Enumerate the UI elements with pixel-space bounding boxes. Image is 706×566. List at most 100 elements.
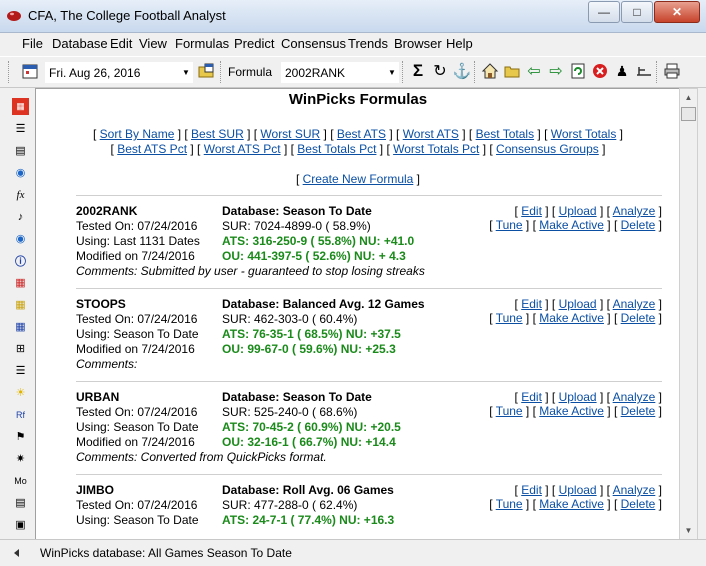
link-best-totals-pct[interactable]: Best Totals Pct (297, 142, 376, 156)
link-sort-by-name[interactable]: Sort By Name (100, 127, 175, 141)
forward-arrow-icon[interactable]: ⇨ (546, 61, 566, 81)
make-active-link[interactable]: Make Active (539, 497, 604, 511)
menu-predict[interactable]: Predict (234, 36, 274, 51)
upload-link[interactable]: Upload (559, 204, 597, 218)
tag-icon[interactable]: ⚑ (12, 428, 29, 445)
stop-icon[interactable] (590, 61, 610, 81)
vertical-scrollbar[interactable]: ▲ ▼ (679, 88, 698, 540)
info-icon[interactable]: ⓘ (12, 252, 29, 269)
sigma-icon[interactable]: Σ (408, 61, 428, 81)
red-table-icon[interactable]: ▦ (12, 274, 29, 291)
tune-link[interactable]: Tune (496, 218, 523, 232)
ref-icon[interactable]: Rf (12, 406, 29, 423)
blue-table-icon[interactable]: ▦ (12, 318, 29, 335)
tune-link[interactable]: Tune (496, 497, 523, 511)
upload-link[interactable]: Upload (559, 297, 597, 311)
formula-actions: [ Edit ] [ Upload ] [ Analyze ] [ Tune ]… (489, 483, 662, 511)
clipboard-icon[interactable]: ▣ (12, 516, 29, 533)
lightbulb-icon[interactable]: ☀ (12, 384, 29, 401)
formula-database: Database: Season To Date (222, 390, 372, 404)
delete-link[interactable]: Delete (621, 218, 656, 232)
menu-consensus[interactable]: Consensus (281, 36, 346, 51)
document-icon[interactable]: ▤ (12, 142, 29, 159)
wheel-icon[interactable]: ✷ (12, 450, 29, 467)
link-consensus-groups[interactable]: Consensus Groups (496, 142, 599, 156)
analyze-link[interactable]: Analyze (613, 483, 656, 497)
make-active-link[interactable]: Make Active (539, 311, 604, 325)
open-folder-icon[interactable] (502, 61, 522, 81)
toolbar-grip[interactable] (8, 61, 12, 83)
notes-icon[interactable]: ▤ (12, 494, 29, 511)
menu-formulas[interactable]: Formulas (175, 36, 229, 51)
maximize-button[interactable]: □ (621, 1, 653, 23)
edit-link[interactable]: Edit (521, 204, 542, 218)
link-create-new-formula[interactable]: Create New Formula (303, 172, 414, 186)
scroll-thumb[interactable] (681, 107, 696, 121)
tune-link[interactable]: Tune (496, 311, 523, 325)
align-list-icon[interactable]: ☰ (12, 362, 29, 379)
analyze-link[interactable]: Analyze (613, 204, 656, 218)
link-best-totals[interactable]: Best Totals (476, 127, 534, 141)
analyze-link[interactable]: Analyze (613, 297, 656, 311)
upload-link[interactable]: Upload (559, 483, 597, 497)
status-scroll-left-icon[interactable] (12, 548, 22, 558)
print-icon[interactable] (662, 61, 682, 81)
runner-icon[interactable]: ♟ (612, 61, 632, 81)
yellow-table-icon[interactable]: ▦ (12, 296, 29, 313)
edit-link[interactable]: Edit (521, 483, 542, 497)
scroll-up-icon[interactable]: ▲ (680, 89, 697, 106)
network-globe-icon[interactable]: ◉ (12, 230, 29, 247)
edit-link[interactable]: Edit (521, 297, 542, 311)
home-icon[interactable] (480, 61, 500, 81)
link-best-ats-pct[interactable]: Best ATS Pct (117, 142, 187, 156)
toolbar-grip-4[interactable] (474, 61, 478, 83)
link-worst-totals[interactable]: Worst Totals (551, 127, 617, 141)
close-button[interactable]: ✕ (654, 1, 700, 23)
menu-edit[interactable]: Edit (110, 36, 132, 51)
back-arrow-icon[interactable]: ⇦ (524, 61, 544, 81)
function-icon[interactable]: fx (12, 186, 29, 203)
calendar-icon[interactable] (20, 61, 40, 81)
folder-calendar-icon[interactable] (196, 61, 216, 81)
refresh-icon[interactable]: ↻ (430, 61, 450, 81)
music-note-icon[interactable]: ♪ (12, 208, 29, 225)
toolbar-grip-5[interactable] (656, 61, 660, 83)
formula-select[interactable]: 2002RANK ▼ (280, 61, 400, 84)
scroll-down-icon[interactable]: ▼ (680, 522, 697, 539)
menu-trends[interactable]: Trends (348, 36, 388, 51)
link-worst-sur[interactable]: Worst SUR (260, 127, 320, 141)
menu-help[interactable]: Help (446, 36, 473, 51)
link-worst-totals-pct[interactable]: Worst Totals Pct (393, 142, 479, 156)
menu-file[interactable]: File (22, 36, 43, 51)
grid-icon[interactable] (634, 61, 654, 81)
globe-icon[interactable]: ◉ (12, 164, 29, 181)
link-best-ats[interactable]: Best ATS (337, 127, 386, 141)
reload-page-icon[interactable] (568, 61, 588, 81)
formula-comments: Comments: Converted from QuickPicks form… (76, 450, 327, 464)
menu-database[interactable]: Database (52, 36, 108, 51)
toolbar-grip-3[interactable] (402, 61, 406, 83)
tune-link[interactable]: Tune (496, 404, 523, 418)
link-worst-ats[interactable]: Worst ATS (403, 127, 459, 141)
delete-link[interactable]: Delete (621, 404, 656, 418)
delete-link[interactable]: Delete (621, 497, 656, 511)
upload-link[interactable]: Upload (559, 390, 597, 404)
link-worst-ats-pct[interactable]: Worst ATS Pct (204, 142, 281, 156)
plus-list-icon[interactable]: ⊞ (12, 340, 29, 357)
schedule-grid-icon[interactable]: ▦ (12, 98, 29, 115)
edit-link[interactable]: Edit (521, 390, 542, 404)
minimize-button[interactable]: — (588, 1, 620, 23)
link-best-sur[interactable]: Best SUR (191, 127, 244, 141)
anchor-icon[interactable]: ⚓ (452, 61, 472, 81)
mo-icon[interactable]: Mo (12, 472, 29, 489)
date-select[interactable]: Fri. Aug 26, 2016 ▼ (44, 61, 194, 84)
delete-link[interactable]: Delete (621, 311, 656, 325)
toolbar-grip-2[interactable] (220, 61, 224, 83)
make-active-link[interactable]: Make Active (539, 404, 604, 418)
analyze-link[interactable]: Analyze (613, 390, 656, 404)
make-active-link[interactable]: Make Active (539, 218, 604, 232)
list-icon[interactable]: ☰ (12, 120, 29, 137)
football-app-icon (7, 11, 21, 21)
menu-view[interactable]: View (139, 36, 167, 51)
menu-browser[interactable]: Browser (394, 36, 442, 51)
